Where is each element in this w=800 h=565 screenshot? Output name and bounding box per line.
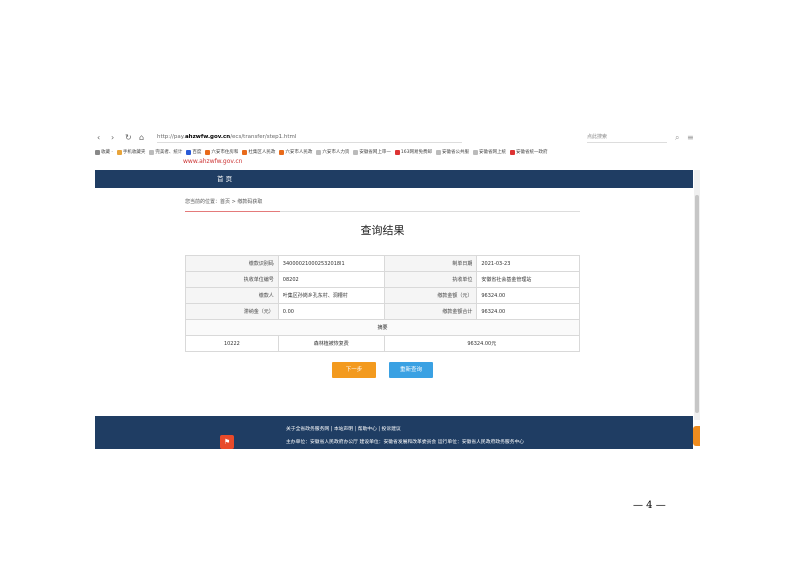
cell-label: 制单日期 (383, 255, 478, 272)
search-icon[interactable]: ⌕ (675, 133, 679, 143)
bookmark-label: 安徽省网上统 (478, 150, 506, 155)
bookmark-label: 安徽省公共服 (441, 150, 469, 155)
bookmark-icon (116, 149, 122, 155)
menu-icon[interactable]: ≡ (687, 133, 694, 142)
site-navbar: 首 页 (95, 170, 693, 188)
cell-value: 340000210002532018l1 (277, 255, 385, 272)
detail-code: 10222 (185, 335, 279, 352)
address-bar[interactable]: http://pay.ahzwfw.gov.cn/ecs/transfer/st… (157, 132, 462, 143)
bookmark-label: 收藏 · (101, 150, 113, 155)
bookmark-icon (472, 149, 478, 155)
result-table: 缴款识别码 340000210002532018l1 制单日期 2021-03-… (185, 255, 581, 352)
cell-label: 缴款金额（元） (383, 287, 478, 304)
bookmark-item[interactable]: 安徽省网上统 (472, 149, 506, 155)
bookmark-icon (509, 149, 515, 155)
url-prefix: http://pay. (157, 134, 185, 140)
breadcrumb: 您当前的位置：首页 > 缴款码获取 (185, 199, 263, 205)
bookmark-item[interactable]: 163网易免费邮 (394, 149, 432, 155)
refresh-icon[interactable]: ↻ (125, 133, 132, 142)
bookmark-icon (242, 149, 248, 155)
browser-toolbar: ‹ › ↻ ⌂ http://pay.ahzwfw.gov.cn/ecs/tra… (95, 131, 700, 145)
bookmark-icon (394, 149, 400, 155)
scrollbar-thumb[interactable] (695, 195, 699, 413)
bookmark-item[interactable]: 安徽省公共服 (435, 149, 469, 155)
bookmark-item[interactable]: 杜集区人民政 (242, 149, 275, 155)
page-number: — 4 — (633, 500, 666, 511)
footer-links[interactable]: 关于全省政务服务网 | 本站声明 | 帮助中心 | 投诉建议 (286, 425, 401, 432)
back-icon[interactable]: ‹ (97, 133, 100, 142)
cell-value: 安徽省社会基金管理站 (476, 271, 580, 288)
bookmarks-bar: 收藏 · 手机收藏夹 完美者、统计 百度 六安市住房和 杜集区人民政 六安市人民政 六安市人力… (95, 146, 700, 158)
page-title: 查询结果 (360, 224, 405, 237)
bookmark-icon (316, 149, 322, 155)
table-row: 滞纳金（元） 0.00 缴款金额合计 96324.00 (185, 303, 580, 320)
cell-label: 执收单位 (383, 271, 478, 288)
detail-header: 摘要 (185, 319, 580, 336)
bookmark-label: 163网易免费邮 (400, 150, 432, 155)
site-logo[interactable]: www.ahzwfw.gov.cn (183, 158, 283, 168)
search-input[interactable]: 点此搜索 (587, 132, 667, 143)
table-row: 执收单位编号 08202 执收单位 安徽省社会基金管理站 (185, 271, 580, 288)
bookmark-item[interactable]: 六安市人力资 (316, 149, 349, 155)
bookmark-icon (95, 149, 100, 155)
bookmark-icon (186, 149, 192, 155)
cell-value: 08202 (277, 271, 385, 288)
home-icon[interactable]: ⌂ (139, 133, 144, 142)
bookmark-label: 安徽省统一政府 (515, 150, 548, 155)
cell-label: 缴款人 (185, 287, 279, 304)
bookmark-item[interactable]: 完美者、统计 (149, 149, 182, 155)
detail-name: 森林植被恢复费 (277, 335, 385, 352)
bookmark-item[interactable]: 安徽省网上审一 (353, 149, 391, 155)
bookmark-item[interactable]: 安徽省统一政府 (509, 149, 548, 155)
breadcrumb-accent (185, 211, 280, 212)
url-domain: ahzwfw.gov.cn (184, 134, 231, 140)
bookmark-label: 六安市人民政 (285, 150, 313, 155)
bookmark-icon (435, 149, 441, 155)
bookmark-label: 杜集区人民政 (248, 150, 276, 155)
cell-value: 0.00 (277, 303, 385, 320)
bookmark-item[interactable]: 百度 (186, 149, 201, 155)
table-row: 缴款人 叶集区孙岗乡孔东村、洞槽村 缴款金额（元） 96324.00 (185, 287, 580, 304)
bookmark-item[interactable]: 六安市住房和 (205, 149, 238, 155)
cell-label: 缴款识别码 (185, 255, 279, 272)
cell-label: 滞纳金（元） (185, 303, 279, 320)
bookmark-icon (279, 149, 285, 155)
cell-label: 执收单位编号 (185, 271, 279, 288)
detail-amount: 96324.00元 (383, 335, 581, 352)
cell-value: 叶集区孙岗乡孔东村、洞槽村 (277, 287, 385, 304)
bookmark-item[interactable]: 收藏 · (95, 149, 113, 155)
bookmark-item[interactable]: 手机收藏夹 (116, 149, 146, 155)
cell-label: 缴款金额合计 (383, 303, 478, 320)
table-row: 缴款识别码 340000210002532018l1 制单日期 2021-03-… (185, 255, 580, 272)
bookmark-label: 安徽省网上审一 (359, 150, 391, 155)
detail-header-row: 摘要 (185, 319, 580, 336)
cell-value: 2021-03-23 (476, 255, 580, 272)
nav-home-link[interactable]: 首 页 (217, 173, 232, 185)
bookmark-label: 六安市人力资 (322, 150, 350, 155)
footer-info: 主办单位：安徽省人民政府办公厅 建设单位：安徽省发展和改革委员会 运行单位：安徽… (286, 440, 525, 445)
next-button[interactable]: 下一步 (332, 362, 376, 378)
bookmark-icon (149, 149, 155, 155)
bookmark-label: 完美者、统计 (155, 150, 183, 155)
bookmark-label: 六安市住房和 (211, 150, 239, 155)
site-footer: ⚑ 关于全省政务服务网 | 本站声明 | 帮助中心 | 投诉建议 主办单位：安徽… (95, 416, 693, 449)
cell-value: 96324.00 (476, 303, 580, 320)
search-placeholder: 点此搜索 (587, 134, 608, 140)
side-float-tab[interactable] (693, 426, 700, 446)
detail-row: 10222 森林植被恢复费 96324.00元 (185, 335, 581, 352)
forward-icon[interactable]: › (111, 133, 114, 142)
cell-value: 96324.00 (476, 287, 580, 304)
retry-query-button[interactable]: 重新查询 (389, 362, 433, 378)
bookmark-icon (205, 149, 211, 155)
bookmark-label: 手机收藏夹 (122, 150, 146, 155)
url-path: /ecs/transfer/step1.html (230, 134, 297, 140)
footer-logo-icon: ⚑ (220, 435, 234, 449)
bookmark-icon (353, 149, 359, 155)
bookmark-label: 百度 (192, 150, 202, 155)
bookmark-item[interactable]: 六安市人民政 (279, 149, 312, 155)
